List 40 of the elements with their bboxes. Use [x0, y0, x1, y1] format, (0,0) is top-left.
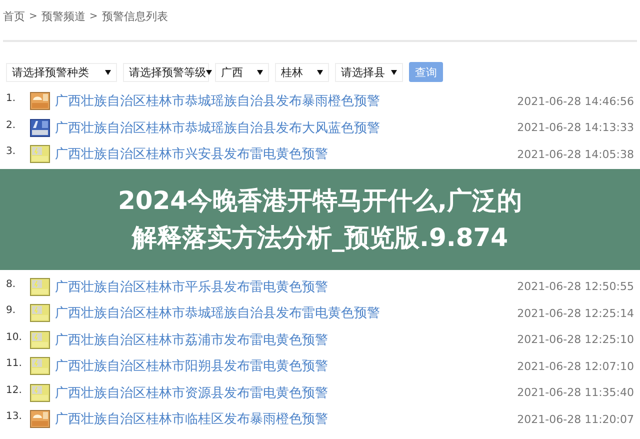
- alert-time: 2021-06-28 11:35:40: [517, 386, 634, 400]
- alert-link[interactable]: 广西壮族自治区桂林市恭城瑶族自治县发布暴雨橙色预警: [55, 92, 518, 110]
- banner-text: 解释落实方法分析_预览版.9.874: [132, 222, 508, 254]
- alert-time: 2021-06-28 14:46:56: [517, 94, 634, 108]
- banner-text: 2024今晚香港开特马开什么,广泛的: [118, 185, 522, 217]
- row-number: 10.: [6, 330, 23, 342]
- dropdown[interactable]: 请选择县: [335, 62, 403, 82]
- dropdown[interactable]: 桂林: [275, 62, 329, 82]
- row-number: 1.: [6, 92, 17, 104]
- alert-link[interactable]: 广西壮族自治区桂林市阳朔县发布雷电黄色预警: [55, 357, 518, 376]
- alert-link[interactable]: 广西壮族自治区桂林市荔浦市发布雷电黄色预警: [55, 330, 518, 349]
- breadcrumb-separator: >: [29, 10, 38, 22]
- alert-link[interactable]: 广西壮族自治区桂林市资源县发布雷电黄色预警: [55, 384, 518, 402]
- alert-time: 2021-06-28 12:50:55: [517, 280, 634, 294]
- row-number: 13.: [6, 410, 23, 422]
- alert-link[interactable]: 广西壮族自治区桂林市兴安县发布雷电黄色预警: [55, 145, 518, 164]
- dropdown[interactable]: 请选择预警等级: [123, 62, 209, 82]
- alert-link[interactable]: 广西壮族自治区桂林市临桂区发布暴雨橙色预警: [55, 410, 518, 428]
- row-number: 8.: [6, 278, 17, 290]
- dropdown[interactable]: 广西: [215, 62, 269, 82]
- row-number: 11.: [6, 357, 23, 369]
- breadcrumb-link[interactable]: 预警信息列表: [102, 8, 168, 24]
- breadcrumb-link[interactable]: 预警频道: [41, 8, 86, 24]
- alert-link[interactable]: 广西壮族自治区桂林市恭城瑶族自治县发布雷电黄色预警: [55, 304, 518, 322]
- breadcrumb-link[interactable]: 首页: [3, 8, 25, 24]
- row-number: 9.: [6, 304, 17, 316]
- alert-link[interactable]: 广西壮族自治区桂林市平乐县发布雷电黄色预警: [55, 278, 518, 296]
- alert-time: 2021-06-28 12:07:10: [517, 360, 634, 373]
- alert-time: 2021-06-28 14:13:33: [517, 121, 634, 134]
- row-number: 3.: [6, 145, 17, 157]
- alert-time: 2021-06-28 14:05:38: [517, 148, 634, 161]
- dropdown[interactable]: 请选择预警种类: [6, 62, 117, 82]
- breadcrumb-separator: >: [89, 10, 98, 22]
- alert-link[interactable]: 广西壮族自治区桂林市恭城瑶族自治县发布大风蓝色预警: [55, 118, 518, 137]
- alert-time: 2021-06-28 12:25:10: [517, 333, 634, 346]
- alert-time: 2021-06-28 11:20:07: [517, 412, 634, 426]
- row-number: 2.: [6, 118, 17, 130]
- row-number: 12.: [6, 384, 23, 396]
- alert-time: 2021-06-28 12:25:14: [517, 306, 634, 320]
- query-button[interactable]: 查询: [409, 62, 443, 82]
